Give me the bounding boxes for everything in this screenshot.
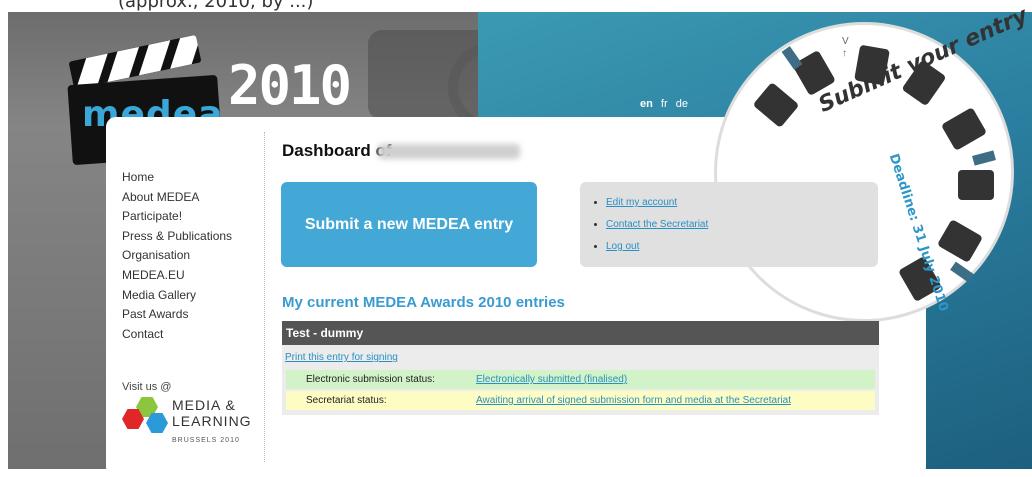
nav-past-awards[interactable]: Past Awards [122,305,232,325]
wheel-arrow-label: V [842,36,849,47]
language-switcher: en fr de [640,98,693,110]
wheel-tab [781,46,803,70]
wheel-slide [958,170,994,200]
arrow-up-icon: ↑ [842,48,847,59]
lang-en[interactable]: en [640,98,653,110]
electronic-status-label: Electronic submission status: [306,374,435,385]
contact-secretariat-link[interactable]: Contact the Secretariat [606,219,708,230]
logout-link[interactable]: Log out [606,241,639,252]
nav-media-gallery[interactable]: Media Gallery [122,286,232,306]
print-entry-link[interactable]: Print this entry for signing [285,352,398,363]
nav-press[interactable]: Press & Publications [122,227,232,247]
entry-title: Test - dummy [282,321,879,345]
submit-promo-wheel[interactable] [714,22,1014,322]
visit-label: Visit us @ [122,381,172,393]
account-links-box: Edit my account Contact the Secretariat … [580,182,878,267]
nav-contact[interactable]: Contact [122,325,232,345]
sidebar-nav: Home About MEDEA Participate! Press & Pu… [122,168,232,344]
wheel-tab [950,261,974,283]
secretariat-status-label: Secretariat status: [306,395,387,406]
sidebar-divider [264,132,265,462]
electronic-status-row: Electronic submission status: Electronic… [286,370,875,389]
entries-heading: My current MEDEA Awards 2010 entries [282,294,565,311]
lang-de[interactable]: de [676,98,688,110]
lang-fr[interactable]: fr [661,98,668,110]
nav-organisation[interactable]: Organisation [122,246,232,266]
nav-participate[interactable]: Participate! [122,207,232,227]
nav-home[interactable]: Home [122,168,232,188]
page-title: Dashboard of [282,141,392,160]
nav-about[interactable]: About MEDEA [122,188,232,208]
media-learning-text: MEDIA & LEARNING BRUSSELS 2010 [172,397,252,444]
blurred-user-name [378,144,520,159]
top-caption-strip: (approx., 2010, by ...) [0,0,1032,12]
nav-medea-eu[interactable]: MEDEA.EU [122,266,232,286]
electronic-status-value[interactable]: Electronically submitted (finalised) [476,374,627,385]
submit-entry-button[interactable]: Submit a new MEDEA entry [281,182,537,267]
edit-account-link[interactable]: Edit my account [606,197,677,208]
secretariat-status-row: Secretariat status: Awaiting arrival of … [286,391,875,410]
top-caption: (approx., 2010, by ...) [118,0,314,12]
wheel-tab [972,150,996,166]
media-learning-logo[interactable]: MEDIA & LEARNING BRUSSELS 2010 [122,397,251,444]
secretariat-status-value[interactable]: Awaiting arrival of signed submission fo… [476,395,791,406]
header-year: 2010 [228,54,352,117]
